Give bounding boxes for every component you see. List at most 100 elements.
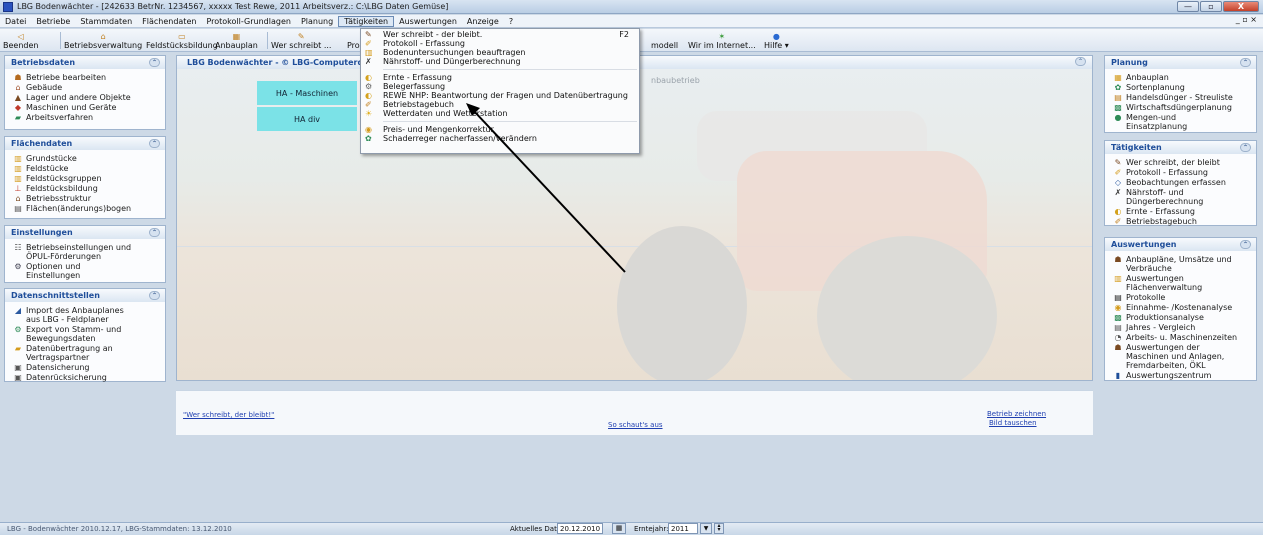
menu-auswertungen[interactable]: Auswertungen (394, 17, 462, 26)
dropdown-item[interactable]: ◐ Ernte - Erfassung (361, 73, 639, 82)
collapse-icon[interactable]: ⌃ (149, 139, 160, 148)
item-import-anbauplan[interactable]: ◢ Import des Anbauplanes aus LBG - Feldpl… (13, 306, 165, 324)
ha-div-box[interactable]: HA div (257, 107, 357, 131)
item-datensicherung[interactable]: ▣ Datensicherung (13, 363, 165, 372)
anbauplan-button[interactable]: ▦ Anbauplan (215, 29, 258, 52)
item-protokolle[interactable]: ▤ Protokolle (1113, 293, 1256, 302)
item-maschinen[interactable]: ◆ Maschinen und Geräte (13, 103, 165, 112)
ha-maschinen-box[interactable]: HA - Maschinen (257, 81, 357, 105)
collapse-icon[interactable]: ⌃ (1240, 58, 1251, 67)
item-datenruecksicherung[interactable]: ▣ Datenrücksicherung (13, 373, 165, 382)
item-arbeitszeiten[interactable]: ◔ Arbeits- u. Maschinenzeiten (1113, 333, 1256, 342)
betriebsverwaltung-button[interactable]: ⌂ Betriebsverwaltung (64, 29, 142, 52)
item-sortenplanung[interactable]: ✿ Sortenplanung (1113, 83, 1256, 92)
year-spinner-icon[interactable]: ▴ ▾ (714, 523, 724, 534)
item-wer-schreibt[interactable]: ✎ Wer schreibt, der bleibt (1113, 158, 1256, 167)
protokoll-button[interactable]: Pro (347, 29, 360, 52)
menu-anzeige[interactable]: Anzeige (462, 17, 504, 26)
menu-taetigkeiten[interactable]: Tätigkeiten (338, 15, 395, 27)
item-beobachtungen[interactable]: ◇ Beobachtungen erfassen (1113, 178, 1256, 187)
modell-button[interactable]: modell (651, 29, 678, 52)
item-anbauplan[interactable]: ▦ Anbauplan (1113, 73, 1256, 82)
footer-links: "Wer schreibt, der bleibt!" So schaut's … (176, 390, 1093, 435)
dropdown-item[interactable]: ▥ Bodenuntersuchungen beauftragen (361, 48, 639, 57)
menu-protokoll-grundlagen[interactable]: Protokoll-Grundlagen (201, 17, 296, 26)
link-so-schauts-aus[interactable]: So schaut's aus (608, 421, 663, 429)
dropdown-item[interactable]: ✿ Schaderreger nacherfassen/verändern (361, 134, 639, 143)
item-feldstuecksgruppen[interactable]: ▥ Feldstücksgruppen (13, 174, 165, 183)
item-datenuebertragung[interactable]: ▰ Datenübertragung an Vertragspartner (13, 344, 165, 362)
item-betriebstagebuch[interactable]: ✐ Betriebstagebuch (1113, 217, 1256, 226)
collapse-icon[interactable]: ⌃ (1240, 240, 1251, 249)
item-betriebsstruktur[interactable]: ⌂ Betriebsstruktur (13, 194, 165, 203)
menu-datei[interactable]: Datei (0, 17, 31, 26)
item-ernte[interactable]: ◐ Ernte - Erfassung (1113, 207, 1256, 216)
rewe-icon: ◐ (365, 91, 372, 100)
item-feldstuecke[interactable]: ▥ Feldstücke (13, 164, 165, 173)
item-naehrstoff[interactable]: ✗ Nährstoff- und Düngerberechnung (1113, 188, 1256, 206)
collapse-icon[interactable]: ⌃ (1075, 57, 1086, 66)
item-protokoll[interactable]: ✐ Protokoll - Erfassung (1113, 168, 1256, 177)
dropdown-item[interactable]: ✐ Betriebstagebuch (361, 100, 639, 109)
dropdown-item-label: Ernte - Erfassung (383, 73, 452, 82)
dropdown-item[interactable]: ✎ Wer schreibt - der bleibt. F2 (361, 30, 639, 39)
dropdown-item[interactable]: ✐ Protokoll - Erfassung (361, 39, 639, 48)
taetigkeiten-dropdown: ✎ Wer schreibt - der bleibt. F2 ✐ Protokoll … (360, 28, 640, 154)
item-gebaeude[interactable]: ⌂ Gebäude (13, 83, 165, 92)
item-anbauplaene[interactable]: ☗ Anbaupläne, Umsätze und Verbräuche (1113, 255, 1256, 273)
item-label: Arbeitsverfahren (26, 113, 94, 122)
item-maschinen-auswertung[interactable]: ☗ Auswertungen der Maschinen und Anlagen,… (1113, 343, 1256, 370)
calendar-icon[interactable]: ▦ (612, 523, 626, 534)
protokoll-label: Pro (347, 41, 360, 50)
item-export[interactable]: ⚙ Export von Stamm- und Bewegungsdaten (13, 325, 165, 343)
year-field[interactable]: 2011 (668, 523, 698, 534)
dropdown-item[interactable]: ◉ Preis- und Mengenkorrektur (361, 125, 639, 134)
item-optionen[interactable]: ⚙ Optionen und Einstellungen (13, 262, 165, 280)
hilfe-button[interactable]: ● Hilfe ▾ (764, 29, 789, 52)
item-auswertungszentrum[interactable]: ▮ Auswertungszentrum (1113, 371, 1256, 380)
link-betrieb-zeichnen[interactable]: Betrieb zeichnen (987, 410, 1046, 418)
menu-flaechendaten[interactable]: Flächendaten (137, 17, 201, 26)
wer-schreibt-button[interactable]: ✎ Wer schreibt ... (271, 29, 331, 52)
dropdown-item[interactable]: ⚙ Belegerfassung (361, 82, 639, 91)
item-grundstuecke[interactable]: ▥ Grundstücke (13, 154, 165, 163)
item-kostenanalyse[interactable]: ◉ Einnahme- /Kostenanalyse (1113, 303, 1256, 312)
collapse-icon[interactable]: ⌃ (149, 291, 160, 300)
plan-icon: ▦ (232, 32, 241, 41)
dropdown-item[interactable]: ✗ Nährstoff- und Düngerberechnung (361, 57, 639, 66)
menu-stammdaten[interactable]: Stammdaten (75, 17, 137, 26)
menu-help[interactable]: ? (504, 17, 518, 26)
item-produktionsanalyse[interactable]: ▩ Produktionsanalyse (1113, 313, 1256, 322)
item-betriebe-bearbeiten[interactable]: ☗ Betriebe bearbeiten (13, 73, 165, 82)
item-wirtschaftsduenger[interactable]: ▩ Wirtschaftsdüngerplanung (1113, 103, 1256, 112)
mdi-controls[interactable]: _ ▫ × (1236, 15, 1257, 24)
item-arbeitsverfahren[interactable]: ▰ Arbeitsverfahren (13, 113, 165, 122)
minimize-button[interactable]: — (1177, 1, 1199, 12)
beenden-button[interactable]: ◁ Beenden (3, 29, 38, 52)
item-flaechenverwaltung[interactable]: ▥ Auswertungen Flächenverwaltung (1113, 274, 1256, 292)
item-mengenplanung[interactable]: ● Mengen-und Einsatzplanung (1113, 113, 1256, 131)
menu-planung[interactable]: Planung (296, 17, 338, 26)
menu-betriebe[interactable]: Betriebe (31, 17, 75, 26)
dropdown-item[interactable]: ◐ REWE NHP: Beantwortung der Fragen und D… (361, 91, 639, 100)
item-betriebseinstellungen[interactable]: ☷ Betriebseinstellungen und ÖPUL-Förderun… (13, 243, 165, 261)
wir-im-internet-button[interactable]: ✶ Wir im Internet... (688, 29, 756, 52)
item-flaechenbogen[interactable]: ▤ Flächen(änderungs)bogen (13, 204, 165, 213)
year-dropdown-icon[interactable]: ▼ (700, 523, 712, 534)
feldstuecksbildung-button[interactable]: ▭ Feldstücksbildung (146, 29, 218, 52)
link-bild-tauschen[interactable]: Bild tauschen (989, 419, 1037, 427)
collapse-icon[interactable]: ⌃ (149, 58, 160, 67)
item-lager[interactable]: ▲ Lager und andere Objekte (13, 93, 165, 102)
item-label: Lager und andere Objekte (26, 93, 131, 102)
collapse-icon[interactable]: ⌃ (149, 228, 160, 237)
item-feldstuecksbildung[interactable]: ⊥ Feldstücksbildung (13, 184, 165, 193)
collapse-icon[interactable]: ⌃ (1240, 143, 1251, 152)
close-button[interactable]: X (1223, 1, 1259, 12)
maximize-button[interactable]: ▫ (1200, 1, 1222, 12)
dropdown-item[interactable]: ☀ Wetterdaten und Wetterstation (361, 109, 639, 118)
item-jahresvergleich[interactable]: ▤ Jahres - Vergleich (1113, 323, 1256, 332)
date-field[interactable]: 20.12.2010 (557, 523, 603, 534)
link-wer-schreibt[interactable]: "Wer schreibt, der bleibt!" (183, 411, 274, 419)
tractor-wheel-image (617, 226, 747, 380)
item-handelsduenger[interactable]: ▤ Handelsdünger - Streuliste (1113, 93, 1256, 102)
